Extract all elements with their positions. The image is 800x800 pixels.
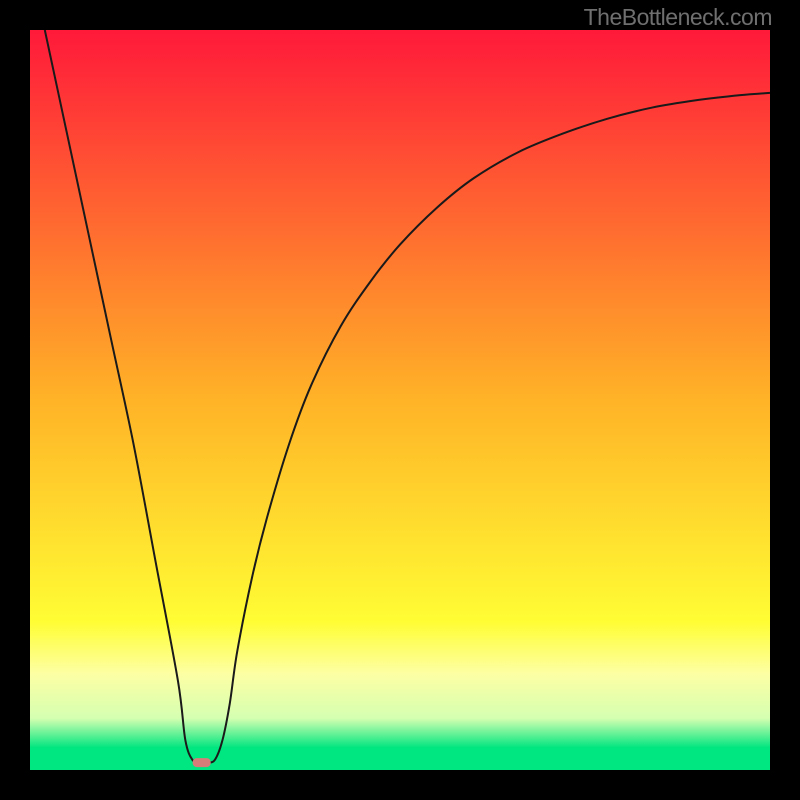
plot-area [30,30,770,770]
chart-frame: TheBottleneck.com [0,0,800,800]
bottleneck-marker [193,758,211,767]
attribution-text: TheBottleneck.com [584,4,772,31]
gradient-background [30,30,770,770]
chart-svg [30,30,770,770]
